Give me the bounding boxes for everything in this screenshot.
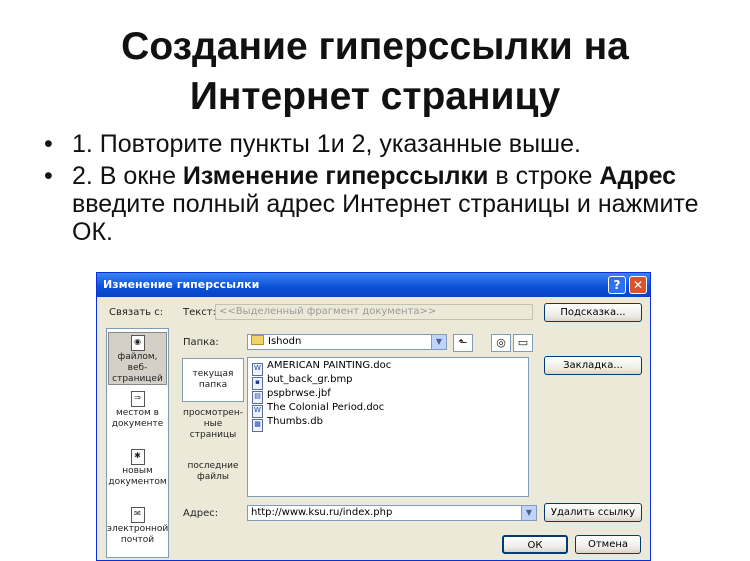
bullet-item-2: 2. В окне Изменение гиперссылки в строке… <box>44 162 724 246</box>
bullet-list: 1. Повторите пункты 1и 2, указанные выше… <box>44 130 724 250</box>
screen-tip-button[interactable]: Подсказка... <box>544 303 642 322</box>
slide-title: Создание гиперссылки на Интернет страниц… <box>0 22 750 122</box>
folder-icon <box>251 335 264 345</box>
browse-web-button[interactable]: ◎ <box>491 334 511 352</box>
text-to-display-field[interactable]: <<Выделенный фрагмент документа>> <box>215 304 533 320</box>
file-name: pspbrwse.jbf <box>267 388 331 399</box>
bullet-2-text-end: введите полный адрес Интернет страницы и… <box>72 190 699 246</box>
bullet-1-text: 1. Повторите пункты 1и 2, указанные выше… <box>72 130 581 158</box>
open-folder-icon: ▭ <box>517 336 529 349</box>
help-icon: ? <box>613 278 621 292</box>
browsed-pages-tab[interactable]: просмотрен-ные страницы <box>182 408 244 448</box>
bookmark-button[interactable]: Закладка... <box>544 356 642 375</box>
file-name: but_back_gr.bmp <box>267 374 353 385</box>
link-to-place-in-document[interactable]: ⇒ местом в документе <box>107 389 168 439</box>
close-button[interactable]: ✕ <box>629 276 647 294</box>
link-to-web-page[interactable]: ◉ файлом, веб-страницей <box>108 332 167 385</box>
up-folder-icon: ⬑ <box>458 336 468 349</box>
bullet-2-text-middle: в строке <box>488 162 600 190</box>
bullet-2-field-name: Адрес <box>599 162 677 190</box>
folder-label: Папка: <box>183 337 219 348</box>
email-icon: ✉ <box>130 507 145 523</box>
link-to-email[interactable]: ✉ электронной почтой <box>107 505 168 555</box>
database-icon: ▦ <box>252 419 263 432</box>
recent-files-tab[interactable]: последние файлы <box>182 461 244 491</box>
bullet-2-text-start: 2. В окне <box>72 162 183 190</box>
address-value: http://www.ksu.ru/index.php <box>251 507 393 518</box>
new-document-icon: ✱ <box>130 449 145 465</box>
ok-button[interactable]: ОК <box>502 535 568 554</box>
folder-value: Ishodn <box>268 336 302 347</box>
bullet-item-1: 1. Повторите пункты 1и 2, указанные выше… <box>44 130 724 158</box>
help-button[interactable]: ? <box>608 276 626 294</box>
browse-bar: текущая папка просмотрен-ные страницы по… <box>182 358 244 496</box>
file-name: The Colonial Period.doc <box>267 402 385 413</box>
web-page-icon: ◉ <box>130 335 145 351</box>
link-to-email-label: электронной почтой <box>107 524 169 545</box>
place-in-document-icon: ⇒ <box>130 391 145 407</box>
link-to-new-document-label: новым документом <box>108 466 167 487</box>
edit-hyperlink-dialog: Изменение гиперссылки ? ✕ Связать с: Тек… <box>96 272 651 561</box>
text-label: Текст: <box>183 307 216 318</box>
link-to-web-page-label: файлом, веб-страницей <box>112 352 163 384</box>
up-one-folder-button[interactable]: ⬑ <box>453 334 473 352</box>
browse-web-icon: ◎ <box>496 336 506 349</box>
link-to-new-document[interactable]: ✱ новым документом <box>107 447 168 497</box>
file-list[interactable]: W AMERICAN PAINTING.doc ▪ but_back_gr.bmp … <box>247 357 529 497</box>
slide-title-line-2: Интернет страницу <box>189 75 561 118</box>
file-name: Thumbs.db <box>267 416 323 427</box>
chevron-down-icon[interactable]: ▼ <box>521 506 536 520</box>
address-input[interactable]: http://www.ksu.ru/index.php ▼ <box>247 505 537 521</box>
link-to-label: Связать с: <box>109 307 164 318</box>
link-to-place-label: местом в документе <box>111 408 164 429</box>
remove-link-button[interactable]: Удалить ссылку <box>544 503 642 522</box>
link-to-bar: ◉ файлом, веб-страницей ⇒ местом в докум… <box>106 328 169 558</box>
bullet-2-dialog-name: Изменение гиперссылки <box>182 162 489 190</box>
dialog-title: Изменение гиперссылки <box>103 278 260 291</box>
browse-file-button[interactable]: ▭ <box>513 334 533 352</box>
chevron-down-icon[interactable]: ▼ <box>431 335 446 349</box>
dialog-titlebar: Изменение гиперссылки ? ✕ <box>97 273 650 297</box>
folder-dropdown[interactable]: Ishodn ▼ <box>247 334 447 350</box>
close-icon: ✕ <box>632 278 644 292</box>
list-item[interactable]: ▦ Thumbs.db <box>252 415 323 432</box>
file-name: AMERICAN PAINTING.doc <box>267 360 392 371</box>
slide-title-line-1: Создание гиперссылки на <box>121 25 629 68</box>
cancel-button[interactable]: Отмена <box>575 535 641 554</box>
address-label: Адрес: <box>183 508 219 519</box>
current-folder-tab[interactable]: текущая папка <box>182 358 244 402</box>
